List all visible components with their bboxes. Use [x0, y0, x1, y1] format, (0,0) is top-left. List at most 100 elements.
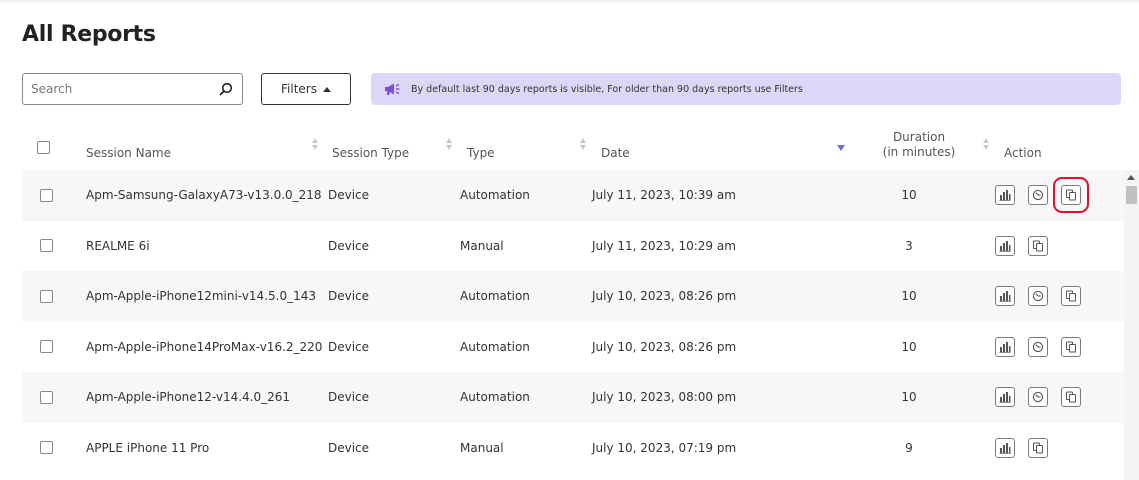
copy-button[interactable]: [1028, 235, 1048, 256]
page-title: All Reports: [22, 22, 156, 47]
duration-cell: 10: [901, 289, 917, 304]
copy-button[interactable]: [1061, 185, 1081, 206]
performance-button-wrap: [1028, 387, 1061, 408]
row-checkbox[interactable]: [40, 340, 53, 354]
sort-type-icon[interactable]: [579, 138, 587, 152]
header-session-type[interactable]: Session Type: [332, 122, 409, 170]
table-body: Apm-Samsung-GalaxyA73-v13.0.0_218 Device A…: [22, 170, 1126, 473]
duration-cell: 10: [901, 339, 917, 354]
scroll-up-arrow-icon[interactable]: [1127, 175, 1135, 180]
row-checkbox[interactable]: [40, 289, 53, 303]
copy-button-wrap: [1061, 387, 1094, 408]
sort-date-desc-icon[interactable]: [837, 145, 845, 151]
performance-button-wrap: [1028, 286, 1061, 307]
duration-cell: 3: [905, 238, 913, 253]
header-duration[interactable]: Duration (in minutes): [869, 122, 969, 170]
chart-icon: [999, 189, 1011, 201]
vertical-scrollbar[interactable]: [1124, 170, 1139, 480]
type-cell: Automation: [460, 188, 530, 203]
chart-icon: [999, 341, 1011, 353]
date-cell: July 10, 2023, 08:26 pm: [592, 289, 737, 304]
sort-session-type-icon[interactable]: [445, 138, 453, 152]
search-input[interactable]: [31, 82, 218, 96]
filters-button[interactable]: Filters: [261, 73, 351, 105]
session-name-cell: APPLE iPhone 11 Pro: [86, 440, 210, 455]
select-all-cell: [37, 122, 50, 170]
date-cell: July 10, 2023, 07:19 pm: [592, 440, 737, 455]
chart-button[interactable]: [995, 437, 1015, 458]
copy-icon: [1065, 189, 1077, 201]
chart-button[interactable]: [995, 387, 1015, 408]
session-type-cell: Device: [328, 238, 370, 253]
performance-button[interactable]: [1028, 286, 1048, 307]
search-box[interactable]: [22, 73, 243, 105]
session-name-cell: Apm-Apple-iPhone12mini-v14.5.0_143: [86, 289, 316, 304]
table-row[interactable]: Apm-Apple-iPhone12mini-v14.5.0_143 Device…: [22, 271, 1126, 322]
scroll-thumb[interactable]: [1126, 186, 1137, 204]
row-select-cell: [40, 423, 53, 474]
action-cell: [995, 322, 1094, 373]
search-icon[interactable]: [218, 81, 234, 97]
sort-session-name-icon[interactable]: [311, 138, 319, 152]
session-name-cell: Apm-Samsung-GalaxyA73-v13.0.0_218: [86, 188, 322, 203]
row-checkbox[interactable]: [40, 441, 53, 455]
copy-icon: [1032, 442, 1044, 454]
chart-button-wrap: [995, 336, 1028, 357]
performance-button[interactable]: [1028, 336, 1048, 357]
session-type-cell: Device: [328, 390, 370, 405]
session-type-cell: Device: [328, 440, 370, 455]
row-select-cell: [40, 372, 53, 423]
chart-icon: [999, 240, 1011, 252]
chart-icon: [999, 442, 1011, 454]
chart-button[interactable]: [995, 286, 1015, 307]
performance-button[interactable]: [1028, 185, 1048, 206]
copy-button[interactable]: [1061, 336, 1081, 357]
row-checkbox[interactable]: [40, 188, 53, 202]
session-name-cell: REALME 6i: [86, 238, 150, 253]
row-checkbox[interactable]: [40, 239, 53, 253]
copy-button[interactable]: [1061, 387, 1081, 408]
info-banner: By default last 90 days reports is visib…: [371, 73, 1121, 105]
session-type-cell: Device: [328, 188, 370, 203]
copy-button-wrap: [1028, 437, 1061, 458]
header-session-name[interactable]: Session Name: [86, 122, 171, 170]
session-type-cell: Device: [328, 339, 370, 354]
table-row[interactable]: Apm-Apple-iPhone14ProMax-v16.2_220 Device…: [22, 322, 1126, 373]
chart-button[interactable]: [995, 235, 1015, 256]
row-select-cell: [40, 271, 53, 322]
row-select-cell: [40, 221, 53, 272]
table-row[interactable]: APPLE iPhone 11 Pro Device Manual July 10, …: [22, 423, 1126, 474]
action-cell: [995, 423, 1061, 474]
type-cell: Automation: [460, 339, 530, 354]
copy-button[interactable]: [1028, 437, 1048, 458]
copy-button[interactable]: [1061, 286, 1081, 307]
sort-duration-icon[interactable]: [982, 138, 990, 152]
gauge-icon: [1032, 189, 1044, 201]
performance-button-wrap: [1028, 336, 1061, 357]
chart-button-wrap: [995, 437, 1028, 458]
performance-button[interactable]: [1028, 387, 1048, 408]
action-cell: [995, 170, 1094, 221]
table-row[interactable]: Apm-Apple-iPhone12-v14.4.0_261 Device Auto…: [22, 372, 1126, 423]
copy-button-wrap: [1053, 177, 1094, 214]
top-shadow: [0, 0, 1139, 4]
table-row[interactable]: REALME 6i Device Manual July 11, 2023, 10:2…: [22, 221, 1126, 272]
gauge-icon: [1032, 341, 1044, 353]
chart-icon: [999, 290, 1011, 302]
gauge-icon: [1032, 391, 1044, 403]
table-row[interactable]: Apm-Samsung-GalaxyA73-v13.0.0_218 Device A…: [22, 170, 1126, 221]
chart-button[interactable]: [995, 336, 1015, 357]
caret-up-icon: [322, 86, 331, 92]
select-all-checkbox[interactable]: [37, 141, 50, 154]
chart-button[interactable]: [995, 185, 1015, 206]
date-cell: July 10, 2023, 08:00 pm: [592, 390, 737, 405]
row-select-cell: [40, 322, 53, 373]
row-checkbox[interactable]: [40, 390, 53, 404]
gauge-icon: [1032, 290, 1044, 302]
duration-cell: 9: [905, 440, 913, 455]
action-cell: [995, 221, 1061, 272]
duration-cell: 10: [901, 188, 917, 203]
header-date[interactable]: Date: [601, 122, 630, 170]
copy-icon: [1065, 341, 1077, 353]
header-type[interactable]: Type: [467, 122, 495, 170]
